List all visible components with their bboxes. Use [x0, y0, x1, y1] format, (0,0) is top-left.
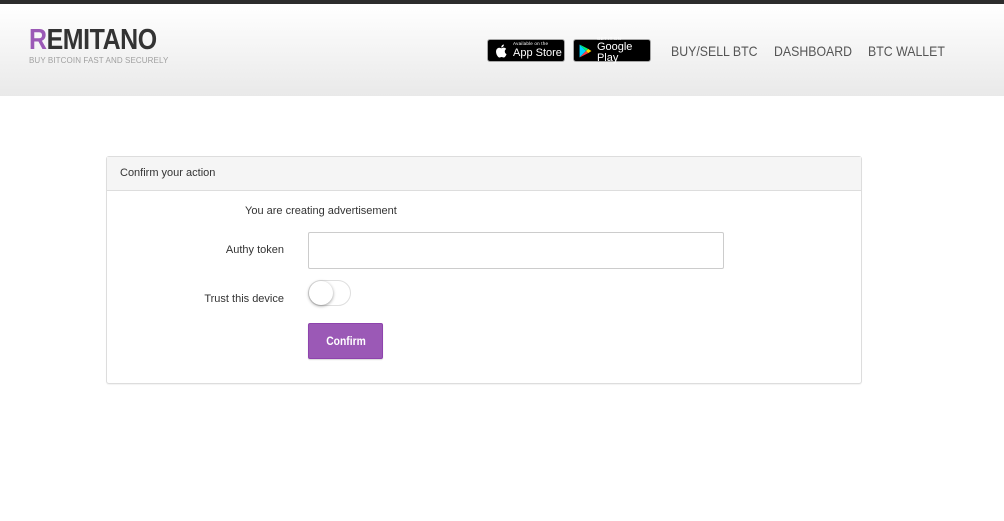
app-store-big-text: App Store — [513, 46, 562, 59]
confirm-button[interactable]: Confirm — [308, 323, 383, 359]
google-play-icon — [578, 44, 594, 58]
logo-tagline: BUY BITCOIN FAST AND SECURELY — [29, 56, 169, 65]
apple-icon — [492, 44, 510, 58]
google-play-big-text: Google Play — [596, 41, 633, 65]
logo-wordmark: REMITANO — [29, 24, 157, 56]
trust-device-toggle[interactable] — [308, 280, 351, 306]
site-header: REMITANO BUY BITCOIN FAST AND SECURELY A… — [0, 4, 1004, 96]
nav-btc-wallet[interactable]: BTC WALLET — [868, 43, 945, 59]
confirm-action-panel: Confirm your action You are creating adv… — [106, 156, 862, 384]
trust-device-label: Trust this device — [204, 293, 284, 305]
app-store-badge[interactable]: Available on the App Store — [487, 39, 565, 62]
confirm-button-label: Confirm — [325, 334, 366, 348]
remitano-logo[interactable]: REMITANO BUY BITCOIN FAST AND SECURELY — [29, 25, 178, 65]
action-description: You are creating advertisement — [245, 205, 397, 217]
nav-dashboard[interactable]: DASHBOARD — [774, 43, 852, 59]
nav-buy-sell-btc[interactable]: BUY/SELL BTC — [671, 43, 758, 59]
panel-heading: Confirm your action — [107, 157, 861, 191]
toggle-knob — [309, 281, 333, 305]
authy-token-input[interactable] — [308, 232, 724, 269]
authy-token-label: Authy token — [225, 244, 284, 256]
google-play-badge[interactable]: GET IT ON Google Play — [573, 36, 651, 65]
